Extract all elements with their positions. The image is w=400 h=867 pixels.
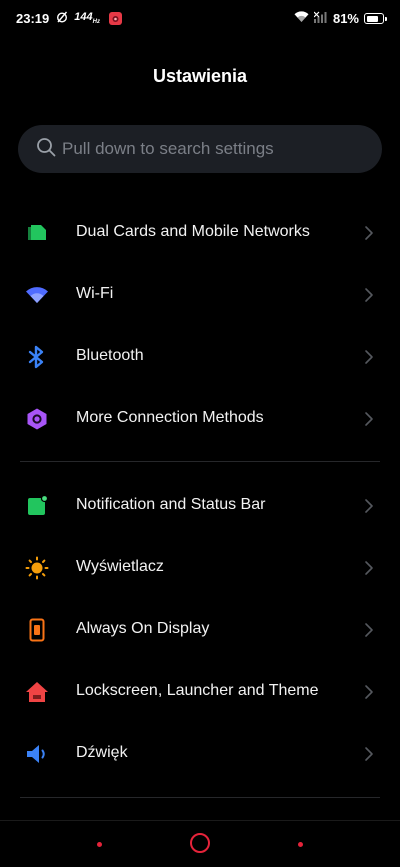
settings-item-label: Wi-Fi <box>76 285 114 302</box>
sim-card-icon <box>24 221 50 245</box>
bluetooth-icon <box>24 345 50 369</box>
settings-item-display[interactable]: Wyświetlacz <box>0 537 400 599</box>
settings-item-label: Bluetooth <box>76 347 144 364</box>
section-divider <box>20 797 380 798</box>
settings-item-label: Always On Display <box>76 620 210 637</box>
settings-item-label: More Connection Methods <box>76 409 264 426</box>
navigation-bar <box>0 820 400 867</box>
settings-item-label: Wyświetlacz <box>76 558 164 575</box>
chevron-right-icon <box>364 498 374 514</box>
chevron-right-icon <box>364 560 374 576</box>
chevron-right-icon <box>364 622 374 638</box>
search-bar[interactable] <box>18 125 382 173</box>
status-bar-right: 81% <box>289 11 387 26</box>
search-input[interactable] <box>60 138 364 160</box>
refresh-rate-unit: Hz <box>92 19 100 26</box>
page-title: Ustawienia <box>152 66 248 86</box>
settings-item-label: Lockscreen, Launcher and Theme <box>76 682 319 699</box>
settings-item-label: Dźwięk <box>76 744 128 761</box>
settings-item-label: Notification and Status Bar <box>76 496 266 513</box>
settings-item-bluetooth[interactable]: Bluetooth <box>0 326 400 388</box>
settings-item-lockscreen-theme[interactable]: Lockscreen, Launcher and Theme <box>0 661 400 723</box>
status-time: 23:19 <box>16 11 50 26</box>
hexagon-link-icon <box>24 407 50 431</box>
chevron-right-icon <box>364 746 374 762</box>
nav-back-button[interactable] <box>298 842 303 847</box>
status-bar-left: 23:19 144Hz <box>16 11 122 26</box>
app-notification-icon <box>108 12 122 25</box>
speaker-icon <box>24 742 50 766</box>
notification-icon <box>24 494 50 518</box>
chevron-right-icon <box>364 225 374 241</box>
nav-home-button[interactable] <box>190 833 210 853</box>
settings-item-always-on-display[interactable]: Always On Display <box>0 599 400 661</box>
chevron-right-icon <box>364 411 374 427</box>
sun-icon <box>24 556 50 580</box>
battery-icon <box>364 13 387 24</box>
settings-item-sound[interactable]: Dźwięk <box>0 723 400 785</box>
chevron-right-icon <box>364 349 374 365</box>
nav-menu-button[interactable] <box>97 842 102 847</box>
do-not-disturb-icon <box>56 11 68 26</box>
status-bar: 23:19 144Hz 81% <box>0 0 400 40</box>
settings-item-wifi[interactable]: Wi-Fi <box>0 264 400 326</box>
search-icon <box>36 137 56 162</box>
wifi-status-icon <box>294 11 309 26</box>
settings-item-more-connection[interactable]: More Connection Methods <box>0 388 400 450</box>
chevron-right-icon <box>364 684 374 700</box>
refresh-rate-indicator: 144Hz <box>74 11 100 25</box>
wifi-icon <box>24 283 50 307</box>
battery-fill <box>366 15 378 22</box>
chevron-right-icon <box>364 287 374 303</box>
settings-item-label: Dual Cards and Mobile Networks <box>76 223 310 240</box>
battery-percentage: 81% <box>332 11 359 26</box>
refresh-rate-value: 144 <box>74 11 93 24</box>
signal-status-icon <box>313 11 328 26</box>
always-on-display-icon <box>24 618 50 642</box>
settings-item-dual-cards[interactable]: Dual Cards and Mobile Networks <box>0 202 400 264</box>
section-divider <box>20 461 380 462</box>
settings-item-notification[interactable]: Notification and Status Bar <box>0 475 400 537</box>
home-theme-icon <box>24 680 50 704</box>
